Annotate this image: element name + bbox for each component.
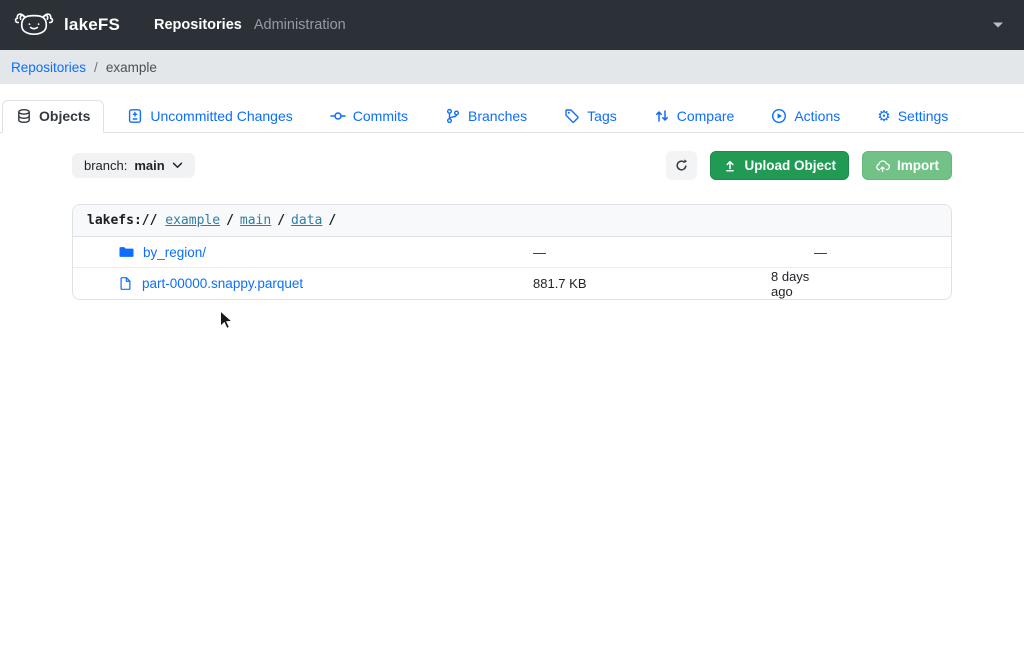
import-button[interactable]: Import: [862, 151, 952, 180]
object-modified-cell: 8 days ago: [771, 269, 951, 299]
upload-object-label: Upload Object: [744, 158, 836, 173]
upload-icon: [723, 159, 737, 173]
toolbar-actions: Upload Object Import: [666, 151, 952, 180]
tab-uncommitted-changes[interactable]: Uncommitted Changes: [113, 100, 306, 133]
object-name-cell: part-00000.snappy.parquet: [73, 276, 533, 291]
refresh-button[interactable]: [666, 151, 697, 180]
tab-label: Objects: [39, 108, 90, 124]
tab-label: Compare: [677, 108, 735, 124]
branch-selector-label: branch:: [84, 158, 127, 173]
uri-separator: /: [271, 213, 291, 228]
table-row-file[interactable]: part-00000.snappy.parquet 881.7 KB 8 day…: [73, 268, 951, 299]
import-label: Import: [897, 158, 939, 173]
breadcrumb-separator: /: [94, 60, 98, 75]
objects-toolbar: branch: main Upload Object: [72, 151, 952, 180]
refresh-icon: [674, 158, 689, 173]
object-name-cell: by_region/: [73, 244, 533, 260]
object-size-cell: 881.7 KB: [533, 276, 771, 291]
commit-icon: [330, 108, 346, 124]
object-modified-cell: —: [771, 245, 951, 260]
upload-object-button[interactable]: Upload Object: [710, 151, 849, 180]
nav-item-administration[interactable]: Administration: [254, 17, 346, 33]
tab-commits[interactable]: Commits: [316, 100, 422, 133]
user-menu-caret-icon[interactable]: [986, 17, 1010, 33]
gear-icon: ⚙: [877, 109, 890, 124]
tab-label: Uncommitted Changes: [150, 108, 292, 124]
nav-item-repositories[interactable]: Repositories: [154, 17, 242, 33]
object-uri-bar: lakefs:// example / main / data /: [73, 205, 951, 237]
tab-actions[interactable]: Actions: [757, 100, 854, 133]
table-row-folder[interactable]: by_region/ — —: [73, 237, 951, 268]
object-link[interactable]: part-00000.snappy.parquet: [142, 276, 303, 291]
tab-label: Settings: [898, 108, 949, 124]
breadcrumb: Repositories / example: [0, 50, 1024, 84]
tab-label: Commits: [353, 108, 408, 124]
branch-icon: [445, 108, 461, 124]
tab-label: Actions: [794, 108, 840, 124]
lakefs-logo-icon: [14, 9, 54, 41]
mouse-cursor: [219, 310, 234, 331]
chevron-down-icon: [172, 162, 183, 169]
brand-title: lakeFS: [64, 15, 120, 35]
tab-label: Tags: [587, 108, 617, 124]
play-circle-icon: [771, 108, 787, 124]
uri-separator: /: [322, 213, 336, 228]
uri-folder-link[interactable]: data: [291, 213, 322, 228]
repository-tab-bar: Objects Uncommitted Changes Commits: [0, 100, 1024, 133]
cloud-upload-icon: [875, 159, 890, 173]
tab-objects[interactable]: Objects: [2, 100, 104, 133]
breadcrumb-current-repo: example: [106, 60, 157, 75]
uri-scheme: lakefs://: [87, 213, 157, 228]
tab-label: Branches: [468, 108, 527, 124]
top-navbar: lakeFS Repositories Administration: [0, 0, 1024, 50]
uri-separator: /: [220, 213, 240, 228]
breadcrumb-repositories-link[interactable]: Repositories: [11, 60, 86, 75]
uri-branch-link[interactable]: main: [240, 213, 271, 228]
object-link[interactable]: by_region/: [143, 245, 206, 260]
tab-compare[interactable]: Compare: [640, 100, 749, 133]
object-size-cell: —: [533, 245, 771, 260]
tag-icon: [564, 108, 580, 124]
tab-branches[interactable]: Branches: [431, 100, 541, 133]
folder-icon: [118, 244, 134, 260]
uri-repo-link[interactable]: example: [165, 213, 220, 228]
tab-settings[interactable]: ⚙ Settings: [863, 100, 962, 133]
database-icon: [16, 108, 32, 124]
file-diff-icon: [127, 108, 143, 124]
tab-tags[interactable]: Tags: [550, 100, 631, 133]
compare-icon: [654, 108, 670, 124]
branch-selector[interactable]: branch: main: [72, 153, 195, 178]
object-browser: lakefs:// example / main / data / by_reg…: [72, 204, 952, 300]
file-icon: [118, 276, 133, 291]
branch-selector-value: main: [134, 158, 164, 173]
